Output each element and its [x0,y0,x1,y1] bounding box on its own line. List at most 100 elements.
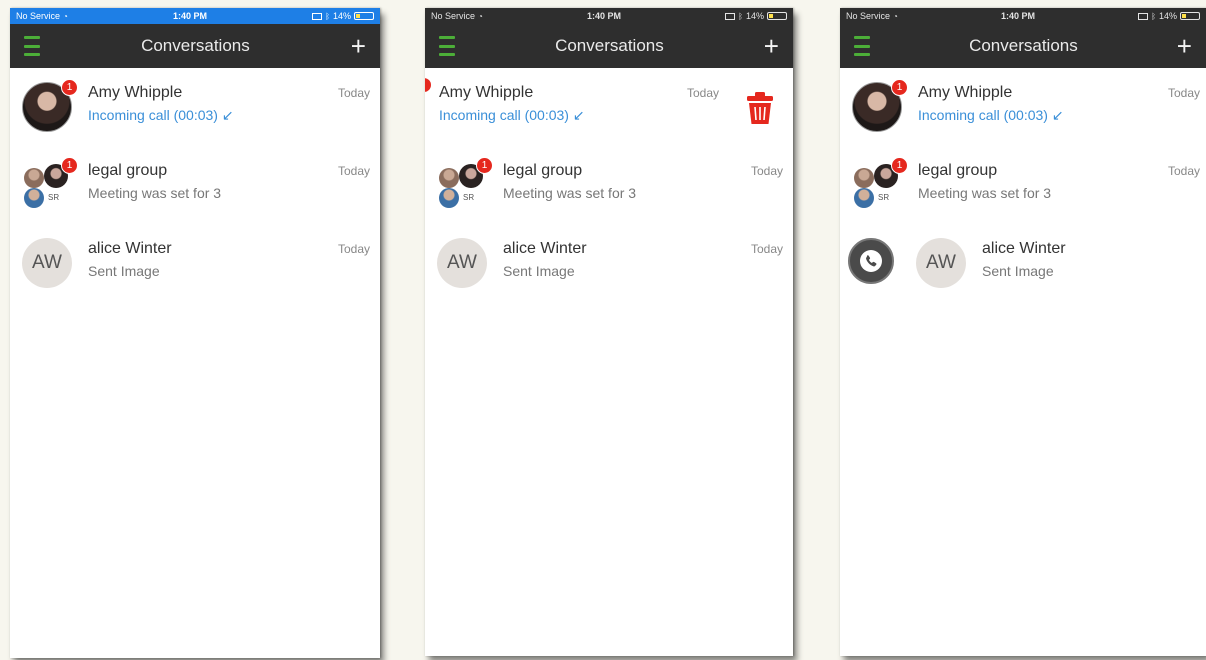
last-message: Meeting was set for 3 [503,185,637,201]
plus-icon[interactable]: + [764,33,779,59]
last-message: Meeting was set for 3 [88,185,222,201]
battery-percent: 14% [1158,11,1177,21]
last-message: Incoming call (00:03) ↙ [439,107,585,123]
contact-name: alice Winter [88,240,172,257]
group-avatar: SR 1 [437,157,493,212]
phone-screen-default: No Service ◔ 1:40 PM ᛒ 14% Conversations… [10,8,380,658]
navbar: Conversations + [425,24,793,68]
timestamp: Today [750,242,783,256]
status-bar: No Service ◔ 1:40 PM ᛒ 14% [10,8,380,24]
carrier-label: No Service [16,11,61,21]
contact-name: alice Winter [982,240,1066,257]
member-initials: SR [463,193,475,202]
contact-name: alice Winter [503,240,587,257]
conversation-row-alice[interactable]: AW alice Winter Sent Image [840,224,1206,302]
conversation-row-legal-group[interactable]: SR 1 legal group Meeting was set for 3 T… [840,146,1206,224]
last-message: Incoming call (00:03) ↙ [918,107,1064,123]
unread-badge: 1 [476,157,493,174]
call-button[interactable] [848,238,894,284]
contact-name: legal group [503,162,583,179]
last-message: Sent Image [503,263,575,279]
avatar-initials: AW [22,238,72,288]
contact-name: Amy Whipple [88,84,183,101]
status-time: 1:40 PM [587,11,622,21]
timestamp: Today [686,86,719,100]
delete-button[interactable] [745,90,775,126]
battery-icon [353,12,374,20]
phone-screen-swipe-delete: No Service ◔ 1:40 PM ᛒ 14% Conversations… [425,8,793,656]
member-initials: SR [878,193,890,202]
page-title: Conversations [141,36,250,55]
wifi-icon: ◔ [893,11,898,21]
phone-icon [860,250,882,272]
trash-icon [747,92,773,124]
conversation-row-alice[interactable]: AW alice Winter Sent Image Today [425,224,793,302]
wifi-icon: ◔ [478,11,483,21]
member-avatar [24,168,44,188]
conversation-row-legal-group[interactable]: SR 1 legal group Meeting was set for 3 T… [425,146,793,224]
avatar-initials: AW [916,238,966,288]
timestamp: Today [337,164,370,178]
screen-mirror-icon [725,12,736,20]
unread-badge [425,78,431,92]
plus-icon[interactable]: + [351,33,366,59]
status-time: 1:40 PM [1001,11,1036,21]
timestamp: Today [337,242,370,256]
group-avatar: SR 1 [852,157,908,212]
timestamp: Today [1167,164,1200,178]
contact-name: legal group [918,162,998,179]
battery-percent: 14% [745,11,764,21]
page-title: Conversations [969,36,1078,55]
member-avatar [439,188,459,208]
avatar: AW [437,238,489,290]
conversation-row-legal-group[interactable]: SR 1 legal group Meeting was set for 3 T… [10,146,380,224]
conversation-row-alice[interactable]: AW alice Winter Sent Image Today [10,224,380,302]
bluetooth-icon: ᛒ [1151,11,1156,21]
member-avatar [24,188,44,208]
avatar: 1 [852,79,908,134]
timestamp: Today [1167,86,1200,100]
battery-icon [766,12,787,20]
navbar: Conversations + [840,24,1206,68]
avatar: AW [916,238,968,290]
unread-badge: 1 [61,157,78,174]
phone-screen-swipe-call: No Service ◔ 1:40 PM ᛒ 14% Conversations… [840,8,1206,656]
conversation-row-amy[interactable]: Amy Whipple Incoming call (00:03) ↙ Toda… [425,68,793,146]
bluetooth-icon: ᛒ [738,11,743,21]
menu-icon[interactable] [439,36,455,56]
timestamp: Today [337,86,370,100]
member-avatar [854,168,874,188]
unread-badge: 1 [891,157,908,174]
contact-name: Amy Whipple [918,84,1013,101]
page-title: Conversations [555,36,664,55]
member-avatar [854,188,874,208]
status-bar: No Service ◔ 1:40 PM ᛒ 14% [425,8,793,24]
contact-name: legal group [88,162,168,179]
screen-mirror-icon [312,12,323,20]
avatar: AW [22,238,74,290]
member-initials: SR [48,193,60,202]
carrier-label: No Service [846,11,891,21]
last-message: Sent Image [982,263,1054,279]
conversation-row-amy[interactable]: 1 Amy Whipple Incoming call (00:03) ↙ To… [10,68,380,146]
avatar: 1 [22,79,78,134]
timestamp: Today [750,164,783,178]
group-avatar: SR 1 [22,157,78,212]
wifi-icon: ◔ [63,11,68,21]
status-time: 1:40 PM [173,11,208,21]
screen-mirror-icon [1138,12,1149,20]
plus-icon[interactable]: + [1177,33,1192,59]
last-message: Sent Image [88,263,160,279]
avatar-initials: AW [437,238,487,288]
unread-badge: 1 [61,79,78,96]
contact-name: Amy Whipple [439,84,534,101]
carrier-label: No Service [431,11,476,21]
conversation-row-amy[interactable]: 1 Amy Whipple Incoming call (00:03) ↙ To… [840,68,1206,146]
menu-icon[interactable] [854,36,870,56]
battery-icon [1179,12,1200,20]
unread-badge: 1 [891,79,908,96]
last-message: Meeting was set for 3 [918,185,1052,201]
navbar: Conversations + [10,24,380,68]
bluetooth-icon: ᛒ [325,11,330,21]
menu-icon[interactable] [24,36,40,56]
